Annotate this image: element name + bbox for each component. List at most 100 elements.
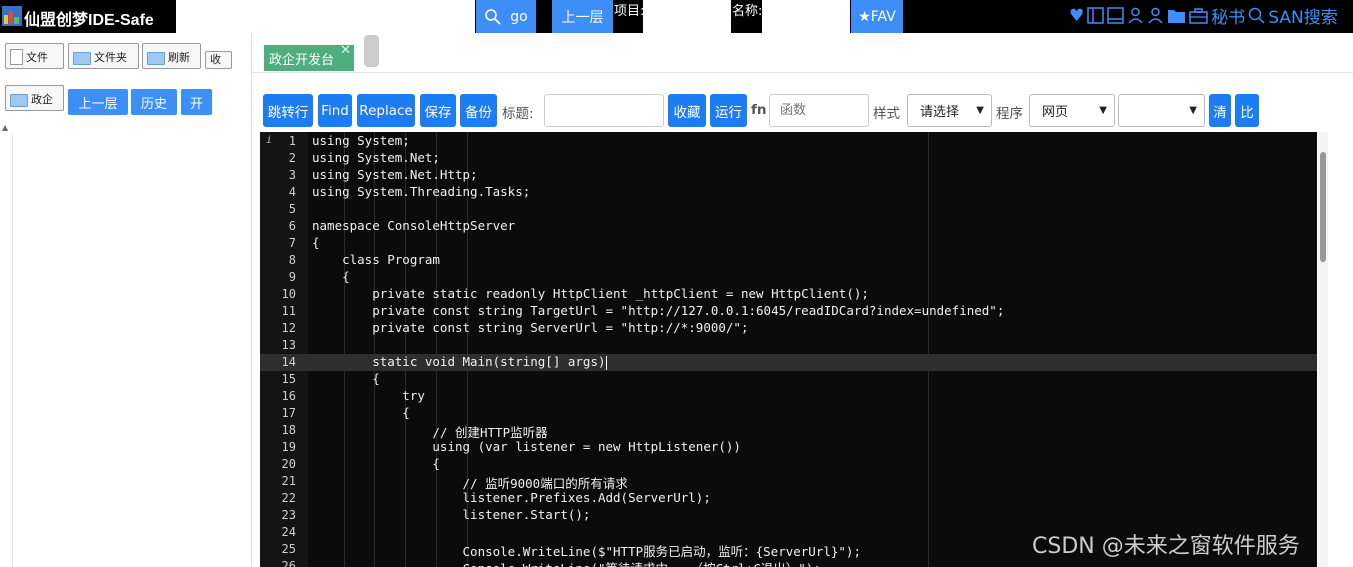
code-text: try (312, 388, 425, 403)
style-label: 样式 (873, 106, 900, 122)
code-line[interactable]: 1 i using System; (260, 133, 1317, 150)
code-line[interactable]: 2 using System.Net; (260, 150, 1317, 167)
program-label: 程序 (996, 106, 1023, 122)
open-button[interactable]: 开 (181, 89, 212, 115)
close-icon[interactable]: ✕ (340, 43, 351, 58)
code-line[interactable]: 19 using (var listener = new HttpListene… (260, 439, 1317, 456)
line-number: 3 (288, 168, 296, 182)
global-search-input[interactable] (176, 0, 475, 33)
chevron-down-icon: ▼ (1099, 105, 1107, 116)
go-button[interactable]: go (476, 0, 536, 33)
editor-vertical-scrollbar[interactable] (1318, 132, 1328, 567)
find-button[interactable]: Find (318, 94, 352, 127)
secretary-link[interactable]: 秘书 (1211, 3, 1245, 28)
code-line[interactable]: 18 // 创建HTTP监听器 (260, 422, 1317, 440)
line-number: 2 (288, 151, 296, 165)
go-label: go (510, 8, 528, 25)
code-line[interactable]: 22 listener.Prefixes.Add(ServerUrl); (260, 490, 1317, 507)
style-select-value: 请选择 (920, 105, 960, 120)
top-bar: 仙盟创梦IDE-Safe go 上一层 项目: 名称: ★FAV ♥ 秘书 SA… (0, 0, 1353, 33)
refresh-button[interactable]: 刷新 (142, 43, 201, 69)
code-line[interactable]: 14 static void Main(string[] args) (260, 354, 1317, 371)
code-line[interactable]: 12 private const string ServerUrl = "htt… (260, 320, 1317, 337)
run-button[interactable]: 运行 (710, 94, 747, 127)
line-number: 21 (281, 474, 296, 488)
info-icon[interactable]: i (266, 135, 272, 146)
code-line[interactable]: 8 class Program (260, 252, 1317, 269)
function-input[interactable] (769, 94, 869, 127)
line-number: 20 (281, 457, 296, 471)
style-select[interactable]: 请选择 ▼ (907, 94, 992, 127)
code-line[interactable]: 15 { (260, 371, 1317, 388)
search-icon[interactable] (1248, 7, 1265, 24)
extra-select[interactable]: ▼ (1118, 94, 1205, 127)
tab-scrollbar[interactable] (364, 35, 379, 67)
san-search-link[interactable]: SAN搜索 (1268, 3, 1337, 28)
title-input[interactable] (544, 94, 664, 127)
layout-bottom-panel-icon[interactable] (1107, 7, 1124, 24)
line-number: 5 (288, 202, 296, 216)
file-sidebar: 文件 文件夹 刷新 收 政企 上一层 历史 开 ▲ (0, 33, 252, 567)
user-icon[interactable] (1127, 7, 1144, 24)
name-input[interactable] (762, 0, 850, 33)
line-number: 6 (288, 219, 296, 233)
favorite-button[interactable]: 收藏 (668, 94, 706, 127)
top-icon-bar: ♥ 秘书 SAN搜索 (1069, 3, 1338, 29)
backup-button[interactable]: 备份 (460, 94, 497, 127)
program-select[interactable]: 网页 ▼ (1029, 94, 1115, 127)
fav-button[interactable]: ★FAV (851, 0, 903, 33)
code-text: { (312, 371, 380, 386)
code-line[interactable]: 13 (260, 337, 1317, 354)
new-folder-label: 文件夹 (94, 51, 127, 64)
history-button[interactable]: 历史 (131, 89, 177, 115)
code-line[interactable]: 11 private const string TargetUrl = "htt… (260, 303, 1317, 320)
collapse-button[interactable]: 收 (205, 51, 232, 69)
layout-left-panel-icon[interactable] (1087, 7, 1104, 24)
code-line[interactable]: 21 // 监听9000端口的所有请求 (260, 473, 1317, 491)
replace-button[interactable]: Replace (357, 94, 415, 127)
heart-icon[interactable]: ♥ (1069, 6, 1084, 26)
code-line[interactable]: 17 { (260, 405, 1317, 422)
search-icon (485, 8, 501, 25)
clear-button[interactable]: 清 (1209, 94, 1231, 127)
code-text: { (312, 405, 410, 420)
code-line[interactable]: 3 using System.Net.Http; (260, 167, 1317, 184)
sidebar-up-level-button[interactable]: 上一层 (68, 89, 128, 115)
line-number: 10 (281, 287, 296, 301)
folder-gov[interactable]: 政企 (5, 85, 64, 111)
top-up-level-button[interactable]: 上一层 (552, 0, 613, 33)
chevron-down-icon: ▼ (976, 105, 984, 116)
code-line[interactable]: 9 { (260, 269, 1317, 286)
code-line[interactable]: 23 listener.Start(); (260, 507, 1317, 524)
code-line[interactable]: 5 (260, 201, 1317, 218)
folder-icon (147, 52, 165, 65)
text-cursor (605, 355, 607, 370)
line-number: 12 (281, 321, 296, 335)
code-text: listener.Start(); (312, 507, 591, 522)
app-logo-icon (2, 6, 22, 26)
jump-line-button[interactable]: 跳转行 (263, 94, 313, 127)
account-icon[interactable] (1147, 7, 1164, 24)
code-line[interactable]: 20 { (260, 456, 1317, 473)
compare-button[interactable]: 比 (1235, 94, 1259, 127)
code-text: namespace ConsoleHttpServer (312, 218, 516, 233)
briefcase-icon[interactable] (1189, 7, 1208, 24)
new-folder-button[interactable]: 文件夹 (68, 43, 139, 69)
line-number: 13 (281, 338, 296, 352)
code-line[interactable]: 4 using System.Threading.Tasks; (260, 184, 1317, 201)
code-editor[interactable]: 1 i using System; 2 using System.Net; 3 using … (260, 132, 1317, 567)
save-button[interactable]: 保存 (420, 94, 456, 127)
folder-icon[interactable] (1167, 7, 1186, 24)
code-line[interactable]: 10 private static readonly HttpClient _h… (260, 286, 1317, 303)
code-line[interactable]: 7{ (260, 235, 1317, 252)
collapse-label: 收 (210, 53, 221, 66)
scrollbar-thumb[interactable] (1320, 152, 1326, 262)
project-input[interactable] (643, 0, 731, 33)
code-line[interactable]: 6 namespace ConsoleHttpServer (260, 218, 1317, 235)
new-file-button[interactable]: 文件 (5, 43, 64, 69)
line-number: 25 (281, 542, 296, 556)
code-line[interactable]: 16 try (260, 388, 1317, 405)
tab-label: 政企开发台 (269, 52, 335, 68)
scroll-up-arrow-icon[interactable]: ▲ (2, 123, 8, 132)
tab-gov-dev[interactable]: 政企开发台 ✕ (264, 43, 354, 71)
